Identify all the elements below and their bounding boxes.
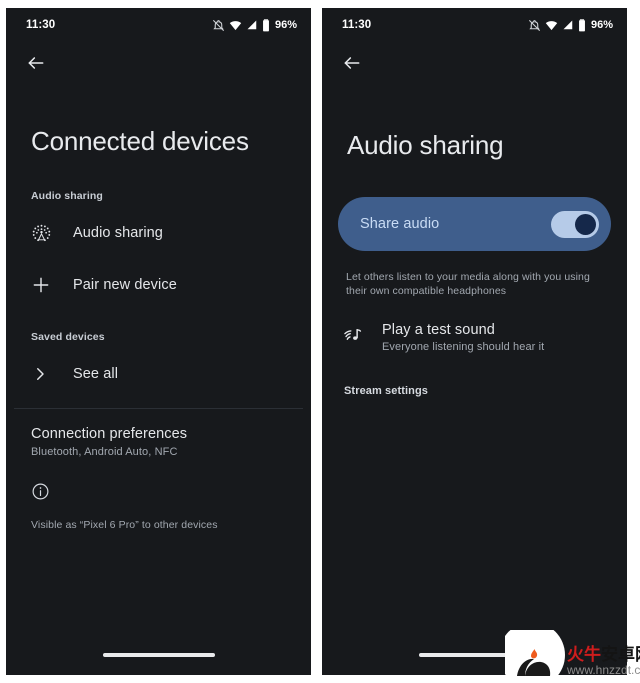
back-arrow-icon[interactable]: [26, 53, 46, 78]
home-indicator[interactable]: [418, 653, 531, 657]
phone-screen-audio-sharing: 11:30 96% Audio sharing Share audio Let …: [322, 8, 627, 675]
audio-sharing-icon: [31, 223, 57, 244]
play-test-sound-title: Play a test sound: [382, 322, 495, 338]
list-item-audio-sharing[interactable]: Audio sharing: [6, 213, 311, 253]
status-bar-clock: 11:30: [342, 19, 372, 31]
back-bar-left: [6, 42, 311, 88]
status-bar-left: 11:30 96%: [6, 8, 311, 42]
broadcast-audio-icon: [342, 322, 370, 352]
status-bar-icons: 96%: [528, 18, 613, 32]
status-bar-right: 11:30 96%: [322, 8, 627, 42]
battery-percent-label: 96%: [274, 19, 297, 31]
battery-icon: [578, 18, 586, 32]
wifi-icon: [229, 19, 242, 32]
plus-icon: [31, 275, 57, 295]
battery-icon: [262, 18, 270, 32]
page-title: Audio sharing: [347, 130, 504, 160]
connection-preferences-title: Connection preferences: [31, 426, 188, 442]
signal-icon: [562, 19, 574, 31]
wifi-icon: [545, 19, 558, 32]
switch-knob: [575, 213, 596, 235]
phone-screen-connected-devices: 11:30 96% Connected devices Audio sharin…: [6, 8, 311, 675]
chevron-right-icon: [31, 365, 57, 383]
share-audio-helper-text: Let others listen to your media along wi…: [346, 271, 590, 297]
section-header-audio-sharing: Audio sharing: [31, 190, 103, 202]
section-header-saved-devices: Saved devices: [31, 331, 105, 343]
status-bar-icons: 96%: [212, 18, 297, 32]
home-indicator[interactable]: [102, 653, 215, 657]
page-title: Connected devices: [31, 126, 249, 156]
list-item-label: See all: [73, 366, 119, 382]
notifications-silenced-icon: [212, 19, 225, 32]
back-arrow-icon[interactable]: [342, 53, 362, 78]
notifications-silenced-icon: [528, 19, 541, 32]
share-audio-label: Share audio: [360, 216, 440, 232]
play-test-sound-subtitle: Everyone listening should hear it: [382, 341, 545, 353]
signal-icon: [246, 19, 258, 31]
battery-percent-label: 96%: [590, 19, 613, 31]
list-item-connection-preferences[interactable]: Connection preferences Bluetooth, Androi…: [6, 426, 311, 458]
info-icon-wrap: [6, 482, 311, 506]
play-test-sound-body: Play a test sound Everyone listening sho…: [370, 322, 544, 353]
screenshot-canvas: 11:30 96% Connected devices Audio sharin…: [0, 0, 640, 683]
share-audio-toggle-card[interactable]: Share audio: [338, 197, 611, 251]
share-audio-switch[interactable]: [551, 210, 599, 238]
status-bar-clock: 11:30: [26, 19, 56, 31]
list-item-see-all[interactable]: See all: [6, 354, 311, 394]
list-item-play-test-sound[interactable]: Play a test sound Everyone listening sho…: [322, 322, 627, 353]
connection-preferences-subtitle: Bluetooth, Android Auto, NFC: [31, 446, 178, 458]
info-icon: [31, 483, 50, 505]
list-item-pair-new-device[interactable]: Pair new device: [6, 265, 311, 305]
stream-settings-link[interactable]: Stream settings: [322, 385, 627, 397]
back-bar-right: [322, 42, 627, 88]
list-item-label: Audio sharing: [73, 225, 163, 241]
visibility-note: Visible as “Pixel 6 Pro” to other device…: [31, 519, 218, 531]
list-item-label: Pair new device: [73, 277, 177, 293]
